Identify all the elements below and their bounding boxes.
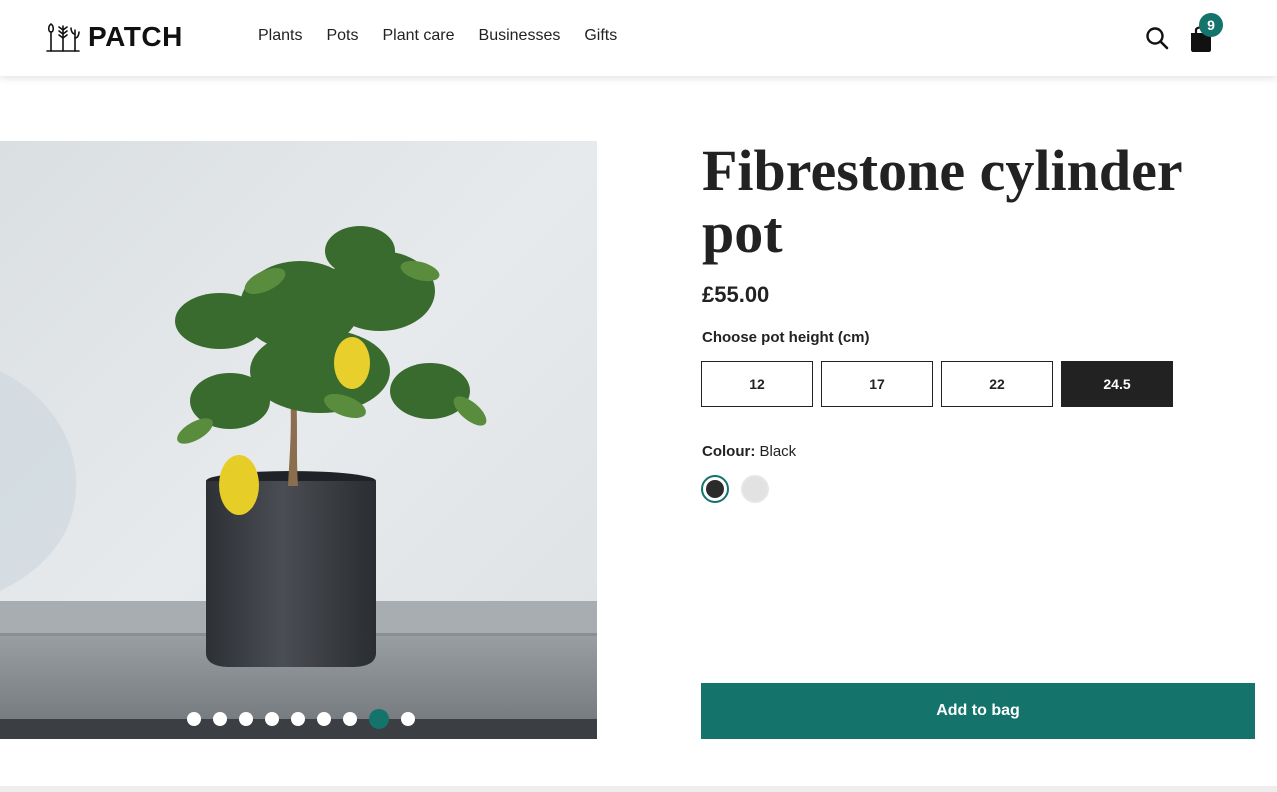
plant-logo-icon xyxy=(46,23,80,52)
carousel-dot[interactable] xyxy=(239,712,253,726)
height-option-24-5[interactable]: 24.5 xyxy=(1061,361,1173,407)
logo[interactable]: PATCH xyxy=(46,20,183,54)
section-divider xyxy=(0,786,1277,792)
carousel-dot[interactable] xyxy=(317,712,331,726)
carousel-dot[interactable] xyxy=(401,712,415,726)
colour-value: Black xyxy=(759,443,797,460)
carousel-dot-active[interactable] xyxy=(369,709,389,729)
height-option-17[interactable]: 17 xyxy=(821,361,933,407)
carousel-dot[interactable] xyxy=(343,712,357,726)
carousel-dot[interactable] xyxy=(265,712,279,726)
carousel-dot[interactable] xyxy=(187,712,201,726)
height-option-12[interactable]: 12 xyxy=(701,361,813,407)
carousel-dots xyxy=(187,709,415,729)
height-options: 12 17 22 24.5 xyxy=(701,361,1173,407)
nav-pots[interactable]: Pots xyxy=(326,27,358,45)
nav-plants[interactable]: Plants xyxy=(258,27,302,45)
carousel-dot[interactable] xyxy=(213,712,227,726)
swatch-white[interactable] xyxy=(741,475,769,503)
nav-gifts[interactable]: Gifts xyxy=(584,27,617,45)
bag-count-badge: 9 xyxy=(1199,13,1223,37)
product-photo xyxy=(0,141,597,739)
product-price: £55.00 xyxy=(702,282,770,307)
search-icon[interactable] xyxy=(1145,26,1169,50)
product-image[interactable] xyxy=(0,141,597,739)
colour-label: Colour: xyxy=(702,443,756,460)
carousel-dot[interactable] xyxy=(291,712,305,726)
product-title: Fibrestone cylinder pot xyxy=(702,138,1182,265)
colour-swatches xyxy=(701,475,769,503)
add-to-bag-button[interactable]: Add to bag xyxy=(701,683,1255,739)
colour-row: Colour: Black xyxy=(702,443,796,460)
swatch-black[interactable] xyxy=(701,475,729,503)
main-nav: Plants Pots Plant care Businesses Gifts xyxy=(258,27,641,45)
nav-businesses[interactable]: Businesses xyxy=(479,27,561,45)
height-option-22[interactable]: 22 xyxy=(941,361,1053,407)
logo-text: PATCH xyxy=(88,21,183,52)
height-label: Choose pot height (cm) xyxy=(702,329,870,346)
nav-plant-care[interactable]: Plant care xyxy=(382,27,454,45)
site-header: PATCH Plants Pots Plant care Businesses … xyxy=(0,0,1277,76)
